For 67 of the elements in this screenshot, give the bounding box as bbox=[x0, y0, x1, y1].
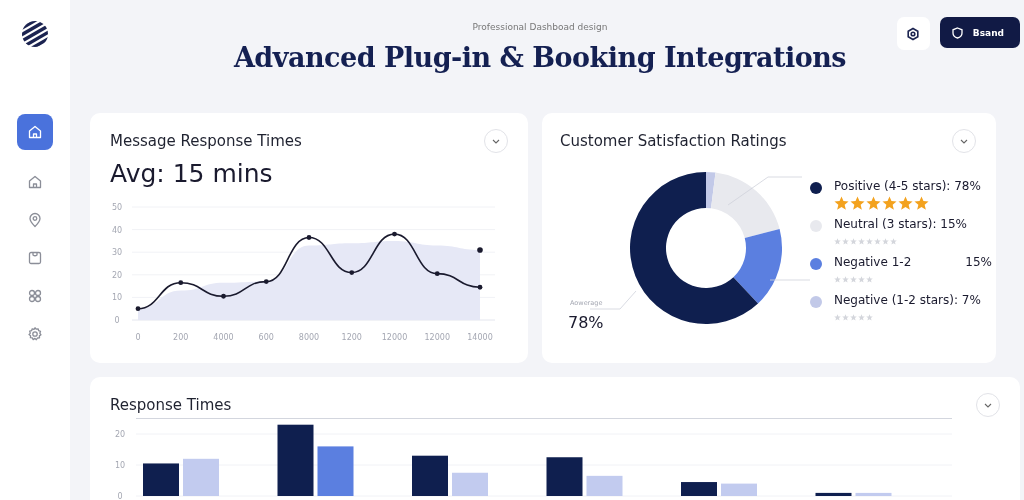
data-point bbox=[392, 231, 397, 237]
page-subtitle: Professional Dashboad design bbox=[472, 22, 608, 32]
axis-label: 20 bbox=[114, 430, 126, 439]
data-point bbox=[477, 284, 483, 290]
bar bbox=[143, 463, 179, 496]
card-title: Response Times bbox=[110, 396, 232, 414]
axis-label: 1200 bbox=[341, 333, 362, 342]
axis-label: 4000 bbox=[213, 333, 234, 342]
axis-label: 12000 bbox=[381, 333, 408, 342]
axis-label: 0 bbox=[135, 333, 141, 342]
axis-label: 200 bbox=[173, 333, 189, 342]
legend-label: Positive (4-5 stars): 78% bbox=[834, 179, 981, 193]
axis-label: 0 bbox=[114, 316, 120, 325]
axis-label: 600 bbox=[258, 333, 274, 342]
brand-button[interactable]: Bsand bbox=[939, 17, 1020, 48]
home-icon bbox=[27, 124, 43, 140]
settings-button[interactable] bbox=[896, 17, 930, 50]
axis-label: 40 bbox=[111, 225, 123, 235]
bar bbox=[412, 455, 448, 496]
legend-label: Negative 1-2 bbox=[834, 255, 912, 269]
data-point bbox=[221, 293, 226, 299]
axis-label: 10 bbox=[111, 293, 123, 303]
axis-label: 10 bbox=[114, 461, 126, 470]
settings-icon bbox=[906, 26, 921, 41]
axis-label: 20 bbox=[111, 270, 123, 280]
average-value: Avg: 15 mins bbox=[109, 159, 274, 188]
clipboard-icon bbox=[27, 250, 43, 266]
chevron-down-icon bbox=[492, 138, 500, 144]
settings-icon bbox=[27, 326, 43, 342]
chevron-down-icon bbox=[960, 138, 968, 144]
grid-icon bbox=[27, 288, 43, 304]
bar bbox=[546, 457, 583, 496]
bar bbox=[815, 492, 852, 496]
bar bbox=[317, 446, 354, 496]
bar bbox=[681, 482, 717, 496]
page-title: Advanced Plug-in & Booking Integrations bbox=[233, 42, 847, 73]
card-title: Message Response Times bbox=[110, 132, 302, 150]
shield-icon bbox=[951, 26, 963, 39]
axis-label: 14000 bbox=[467, 333, 493, 342]
data-point bbox=[306, 235, 312, 240]
data-point bbox=[477, 247, 483, 253]
data-point bbox=[135, 306, 141, 312]
axis-label: 12000 bbox=[424, 333, 450, 342]
location-pin-icon bbox=[27, 212, 43, 228]
legend-label: Neutral (3 stars): 15% bbox=[834, 217, 967, 231]
chevron-down-icon bbox=[984, 402, 992, 408]
data-point bbox=[349, 270, 355, 275]
home-icon bbox=[27, 174, 43, 190]
axis-label: 30 bbox=[111, 248, 123, 258]
bar bbox=[183, 458, 219, 496]
bar bbox=[277, 424, 314, 496]
logo-icon bbox=[21, 20, 49, 48]
legend-label: Negative (1-2 stars): 7% bbox=[834, 293, 981, 307]
sidebar-item[interactable] bbox=[17, 114, 53, 150]
data-point bbox=[178, 280, 184, 286]
card-title: Customer Satisfaction Ratings bbox=[560, 132, 787, 150]
annotation-value: 78% bbox=[568, 313, 604, 332]
data-point bbox=[434, 271, 440, 277]
bar bbox=[855, 492, 892, 496]
legend-value: 15% bbox=[965, 255, 992, 269]
bar bbox=[721, 483, 757, 496]
bar bbox=[452, 472, 488, 496]
data-point bbox=[263, 279, 269, 284]
bar bbox=[586, 475, 623, 496]
axis-label: 0 bbox=[117, 492, 123, 500]
axis-label: 8000 bbox=[298, 333, 320, 342]
axis-label: 50 bbox=[111, 203, 123, 212]
